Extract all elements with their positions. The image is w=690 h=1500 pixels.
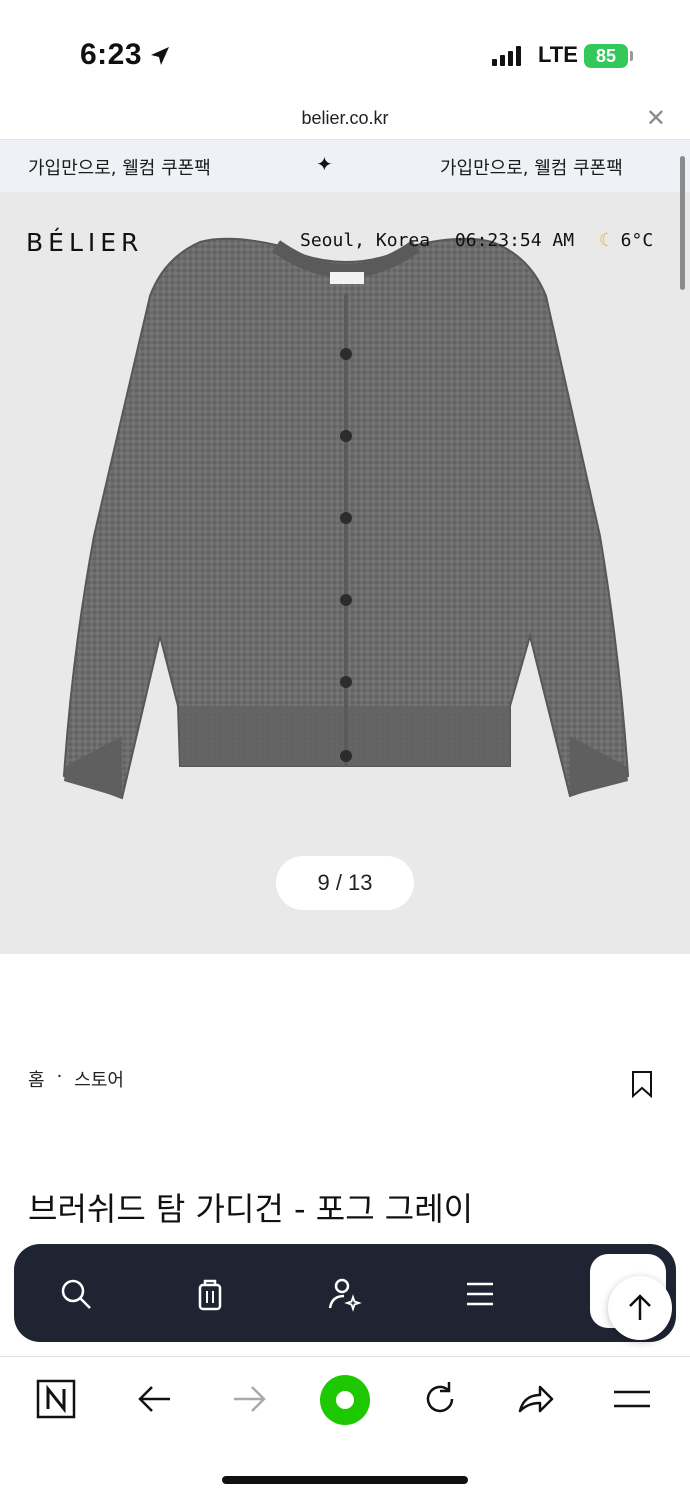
battery-level: 85 (595, 45, 617, 66)
back-arrow-icon[interactable] (134, 1379, 174, 1419)
naver-n-icon[interactable] (36, 1379, 76, 1419)
battery-tip (630, 51, 633, 61)
moon-icon: ☾ (598, 230, 610, 251)
clock-label: 06:23:54 AM (454, 230, 575, 251)
scrollbar[interactable] (680, 156, 685, 290)
breadcrumb-home[interactable]: 홈 (28, 1066, 45, 1092)
menu-icon[interactable] (462, 1276, 498, 1312)
weather-clock: Seoul, Korea 06:23:54 AM ☾ 6°C (300, 230, 653, 251)
url-bar[interactable]: belier.co.kr ✕ (0, 100, 690, 140)
arrow-up-icon (629, 1294, 651, 1320)
menu-icon[interactable] (612, 1379, 652, 1419)
floating-nav-bar (14, 1244, 676, 1342)
search-icon[interactable] (58, 1276, 94, 1312)
sparkle-icon: ✦ (316, 152, 333, 176)
shopping-bag-icon[interactable] (192, 1276, 228, 1312)
product-title: 브러쉬드 탐 가디건 - 포그 그레이 (28, 1190, 474, 1228)
cellular-signal-icon (492, 46, 521, 66)
carrier-label: LTE (538, 42, 578, 67)
bookmark-icon[interactable] (630, 1070, 654, 1098)
image-counter: 9 / 13 (276, 856, 414, 910)
promo-text-left[interactable]: 가입만으로, 웰컴 쿠폰팩 (28, 154, 211, 180)
breadcrumb-store[interactable]: 스토어 (74, 1066, 124, 1092)
status-bar: 6:23 LTE 85 (0, 0, 690, 100)
city-label: Seoul, Korea (300, 230, 431, 251)
scroll-to-top-button[interactable] (608, 1276, 672, 1340)
promo-text-right[interactable]: 가입만으로, 웰컴 쿠폰팩 (440, 154, 623, 180)
breadcrumb: 홈 · 스토어 (28, 1066, 124, 1092)
url-text[interactable]: belier.co.kr (0, 108, 690, 129)
home-indicator (222, 1476, 468, 1484)
forward-arrow-icon[interactable] (230, 1379, 270, 1419)
location-arrow-icon (151, 47, 169, 65)
user-sparkle-icon[interactable] (326, 1276, 362, 1312)
close-icon[interactable]: ✕ (646, 106, 666, 130)
breadcrumb-separator: · (56, 1066, 63, 1087)
battery-icon: 85 (584, 44, 628, 68)
product-image[interactable] (60, 236, 632, 806)
green-home-icon[interactable] (318, 1373, 372, 1427)
reload-icon[interactable] (420, 1379, 460, 1419)
status-time: 6:23 (80, 38, 143, 71)
share-icon[interactable] (516, 1379, 556, 1419)
brand-logo[interactable]: BÉLIER (26, 228, 143, 257)
temperature-label: 6°C (620, 230, 654, 251)
promo-banner[interactable]: 가입만으로, 웰컴 쿠폰팩 ✦ 가입만으로, 웰컴 쿠폰팩 (0, 140, 690, 192)
product-image-carousel[interactable]: BÉLIER Seoul, Korea 06:23:54 AM ☾ 6°C 9 … (0, 192, 690, 954)
